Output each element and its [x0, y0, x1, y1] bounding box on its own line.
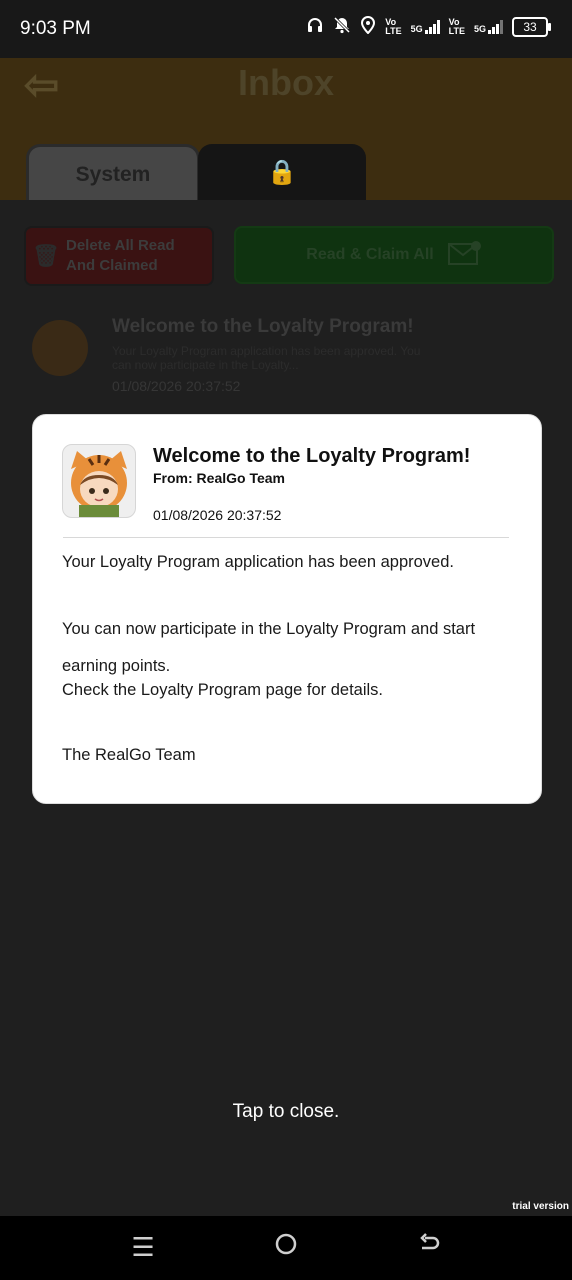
trash-icon: 🗑 [32, 243, 60, 268]
volte-indicator-2: Vo LTE [448, 16, 465, 36]
message-body: Your Loyalty Program application has bee… [62, 551, 512, 766]
back-icon[interactable] [409, 1232, 449, 1263]
delete-all-read-button[interactable]: 🗑 Delete All Read And Claimed [24, 226, 214, 286]
envelope-check-icon [447, 240, 482, 271]
avatar [32, 320, 88, 376]
recents-menu-icon[interactable]: ☰ [123, 1232, 163, 1263]
signal-bars-icon [424, 19, 440, 34]
divider [63, 537, 509, 538]
list-item-title: Welcome to the Loyalty Program! [112, 316, 414, 337]
list-item-date: 01/08/2026 20:37:52 [112, 378, 241, 394]
read-claim-all-button[interactable]: Read & Claim All [234, 226, 554, 284]
message-line: You can now participate in the Loyalty P… [62, 620, 476, 675]
tab-locked[interactable]: 🔒 [198, 144, 366, 201]
tab-system[interactable]: System [26, 144, 200, 207]
signal-2: 5G [474, 19, 503, 34]
page-title: Inbox [238, 62, 334, 103]
message-date: 01/08/2026 20:37:52 [153, 507, 282, 523]
status-time: 9:03 PM [20, 18, 91, 39]
tiger-hood-character-icon [71, 451, 127, 517]
watermark: trial version [512, 1201, 569, 1212]
sender-avatar [62, 444, 136, 518]
system-navigation-bar: ☰ [0, 1216, 572, 1280]
home-circle-icon[interactable] [266, 1232, 306, 1263]
message-signature: The RealGo Team [62, 746, 196, 764]
inbox-header: ⇦ Inbox System 🔒 [0, 58, 572, 207]
list-item[interactable]: Welcome to the Loyalty Program! Your Loy… [0, 310, 572, 410]
message-line: Check the Loyalty Program page for detai… [62, 681, 384, 699]
signal-bars-icon [488, 19, 503, 34]
signal-1: 5G [411, 19, 440, 34]
message-line: Your Loyalty Program application has bee… [62, 553, 454, 571]
volte-indicator-1: Vo LTE [385, 16, 402, 36]
location-icon [360, 15, 376, 37]
mute-bell-icon [333, 16, 351, 37]
battery-icon: 33 [512, 16, 551, 37]
tap-to-close-hint[interactable]: Tap to close. [0, 1101, 572, 1123]
headphones-icon [306, 16, 324, 37]
message-dialog[interactable]: Welcome to the Loyalty Program! From: Re… [32, 414, 542, 804]
list-item-preview: Your Loyalty Program application has bee… [112, 344, 421, 372]
delete-button-label: Delete All Read And Claimed [66, 237, 175, 274]
status-icons: Vo LTE 5G Vo LTE 5G 33 [306, 15, 551, 37]
status-bar: 9:03 PM Vo LTE 5G Vo LTE 5G 33 [0, 0, 572, 58]
lock-icon: 🔒 [267, 159, 297, 186]
message-title: Welcome to the Loyalty Program! [153, 445, 471, 467]
message-sender: From: RealGo Team [153, 470, 285, 486]
